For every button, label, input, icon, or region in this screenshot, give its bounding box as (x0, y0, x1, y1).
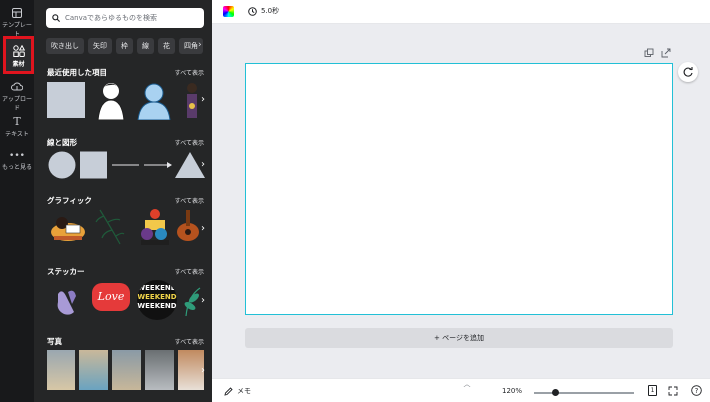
rail-item-elements[interactable]: 素材 (3, 36, 34, 74)
recent-square-thumb[interactable] (47, 82, 85, 118)
add-page-icon[interactable] (661, 48, 671, 58)
clock-icon (248, 6, 257, 16)
add-page-button[interactable]: + ページを追加 (245, 328, 673, 348)
rail-label-uploads: アップロード (1, 96, 32, 112)
shape-arrow-head (167, 162, 172, 168)
memo-button[interactable]: メモ (224, 386, 251, 396)
timer[interactable]: 5.0秒 (248, 6, 279, 16)
sticker-love-bubble[interactable]: Love (92, 283, 130, 311)
refresh-icon (683, 67, 693, 77)
section-title-stickers: ステッカー (47, 267, 85, 276)
shapes-row (48, 151, 205, 179)
chevron-up-icon[interactable]: ︿ (460, 379, 474, 388)
help-icon[interactable]: ? (691, 385, 702, 396)
rail-item-templates[interactable]: テンプレート (0, 8, 34, 38)
section-title-graphics: グラフィック (47, 196, 92, 205)
canvas-page[interactable] (245, 63, 673, 315)
shapes-next-icon[interactable]: › (198, 158, 208, 172)
section-title-photos: 写真 (47, 337, 62, 346)
photo-thumb-1[interactable] (47, 350, 75, 390)
elements-panel: Canvaであらゆるものを検索 吹き出し 矢印 枠 線 花 四角 › 最近使用し… (34, 0, 212, 402)
rail-label-elements: 素材 (12, 61, 25, 68)
sticker-love-text: Love (97, 290, 125, 303)
chip-frame[interactable]: 枠 (116, 38, 133, 54)
page-count-button[interactable]: 1 (648, 385, 657, 396)
sticker-weekend-circle[interactable]: WEEKEND WEEKEND WEEKEND (137, 280, 177, 320)
recent-avatar-illustration[interactable] (134, 80, 174, 120)
memo-label: メモ (237, 387, 251, 395)
section-title-shapes: 線と図形 (47, 138, 77, 147)
see-all-stickers[interactable]: すべて表示 (175, 267, 204, 276)
chip-arrow[interactable]: 矢印 (88, 38, 112, 54)
pencil-icon (224, 386, 233, 396)
fullscreen-icon[interactable] (668, 386, 678, 396)
recent-person-illustration[interactable] (92, 80, 130, 120)
shape-square[interactable] (80, 151, 107, 179)
chip-line[interactable]: 線 (137, 38, 154, 54)
left-rail: テンプレート 素材 アップロード T テキスト ••• もっと見る (0, 0, 34, 402)
search-placeholder: Canvaであらゆるものを検索 (65, 14, 157, 22)
duplicate-page-icon[interactable] (644, 48, 654, 58)
photo-thumb-4[interactable] (145, 350, 174, 390)
recent-next-icon[interactable]: › (198, 93, 208, 107)
photo-thumb-2[interactable] (79, 350, 108, 390)
chip-row: 吹き出し 矢印 枠 線 花 四角 (46, 38, 203, 54)
photo-thumb-3[interactable] (112, 350, 141, 390)
sticker-weekend-text-1: WEEKEND (137, 284, 177, 292)
svg-text:?: ? (695, 387, 699, 395)
sticker-weekend-text-3: WEEKEND (137, 302, 177, 310)
more-icon: ••• (9, 151, 25, 161)
workspace: + ページを追加 (212, 24, 710, 378)
rail-label-more: もっと見る (1, 164, 32, 171)
zoom-slider[interactable] (534, 392, 634, 394)
see-all-shapes[interactable]: すべて表示 (175, 138, 204, 147)
sticker-weekend-text-2: WEEKEND (137, 293, 177, 301)
rail-item-more[interactable]: ••• もっと見る (0, 151, 34, 172)
chip-flower[interactable]: 花 (158, 38, 175, 54)
rail-item-uploads[interactable]: アップロード (0, 82, 34, 112)
chip-speech-bubble[interactable]: 吹き出し (46, 38, 84, 54)
see-all-graphics[interactable]: すべて表示 (175, 196, 204, 205)
timer-value: 5.0秒 (261, 7, 280, 15)
bottom-bar: ︿ メモ 120% 1 ? (212, 378, 710, 402)
search-input[interactable]: Canvaであらゆるものを検索 (46, 8, 204, 28)
shape-circle[interactable] (48, 151, 76, 179)
page-count: 1 (650, 387, 655, 394)
stickers-next-icon[interactable]: › (198, 294, 208, 308)
top-bar: 5.0秒 (212, 0, 710, 24)
graphic-people-stack[interactable] (137, 206, 171, 246)
graphics-next-icon[interactable]: › (198, 222, 208, 236)
rail-item-text[interactable]: T テキスト (0, 116, 34, 138)
graphic-leaf-branch[interactable] (94, 208, 126, 246)
text-icon: T (13, 115, 21, 128)
upload-icon (11, 82, 23, 91)
template-icon (12, 8, 22, 18)
section-title-recent: 最近使用した項目 (47, 68, 107, 77)
photos-next-icon[interactable]: › (198, 364, 208, 378)
color-picker-icon[interactable] (223, 6, 234, 17)
zoom-level[interactable]: 120% (502, 387, 522, 395)
sticker-finger-heart[interactable] (50, 286, 82, 316)
refresh-button[interactable] (678, 62, 698, 82)
see-all-photos[interactable]: すべて表示 (175, 337, 204, 346)
search-icon (52, 14, 60, 22)
graphic-reading-person[interactable] (48, 212, 88, 244)
elements-icon (12, 45, 25, 57)
zoom-slider-handle[interactable] (552, 389, 559, 396)
chip-next-icon[interactable]: › (198, 40, 202, 50)
see-all-recent[interactable]: すべて表示 (175, 68, 204, 77)
rail-label-text: テキスト (5, 131, 29, 138)
